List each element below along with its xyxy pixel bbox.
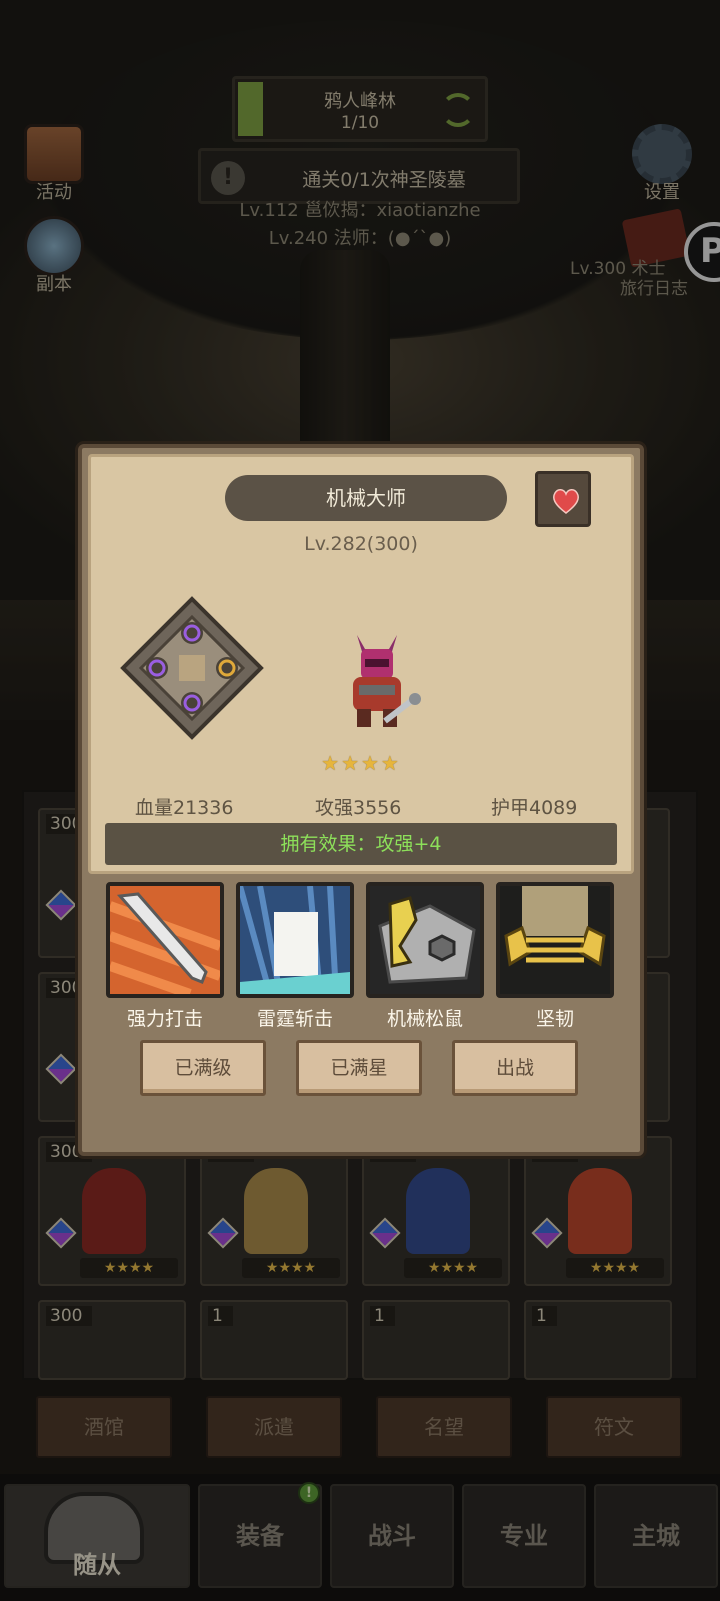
mech-squirrel-skill-icon xyxy=(366,882,484,998)
skill-toughness[interactable]: 坚韧 xyxy=(496,882,614,1031)
deploy-button[interactable]: 出战 xyxy=(452,1040,578,1096)
max-level-button[interactable]: 已满级 xyxy=(140,1040,266,1096)
skill-name: 强力打击 xyxy=(126,1008,203,1030)
skill-name: 雷霆斩击 xyxy=(256,1008,333,1030)
skill-name: 机械松鼠 xyxy=(386,1008,463,1030)
skill-thunder-slash[interactable]: 雷霆斩击 xyxy=(236,882,354,1031)
skill-power-strike[interactable]: 强力打击 xyxy=(106,882,224,1031)
toughness-skill-icon xyxy=(496,882,614,998)
skill-mech-squirrel[interactable]: 机械松鼠 xyxy=(366,882,484,1031)
heart-icon xyxy=(553,489,579,514)
hero-info-panel: 机械大师 Lv.282(300) ★★★★ 血量21336 攻强3556 护甲4… xyxy=(88,454,634,874)
skill-name: 坚韧 xyxy=(535,1008,574,1030)
favorite-button[interactable] xyxy=(535,471,591,527)
rune-slots-icon[interactable] xyxy=(119,595,265,741)
stat-hp: 血量21336 xyxy=(135,797,234,819)
max-star-button[interactable]: 已满星 xyxy=(296,1040,422,1096)
mechanic-hero-sprite xyxy=(353,635,421,727)
hero-level: Lv.282(300) xyxy=(304,533,418,555)
thunder-skill-icon xyxy=(236,882,354,998)
hero-name: 机械大师 xyxy=(225,475,507,521)
hero-stars: ★★★★ xyxy=(321,751,401,775)
stat-armor: 护甲4089 xyxy=(491,797,578,819)
owned-effect: 拥有效果：攻强+4 xyxy=(105,823,617,865)
stat-attack: 攻强3556 xyxy=(315,797,402,819)
hero-detail-modal: 机械大师 Lv.282(300) ★★★★ 血量21336 攻强3556 护甲4… xyxy=(78,444,644,1156)
sword-skill-icon xyxy=(106,882,224,998)
